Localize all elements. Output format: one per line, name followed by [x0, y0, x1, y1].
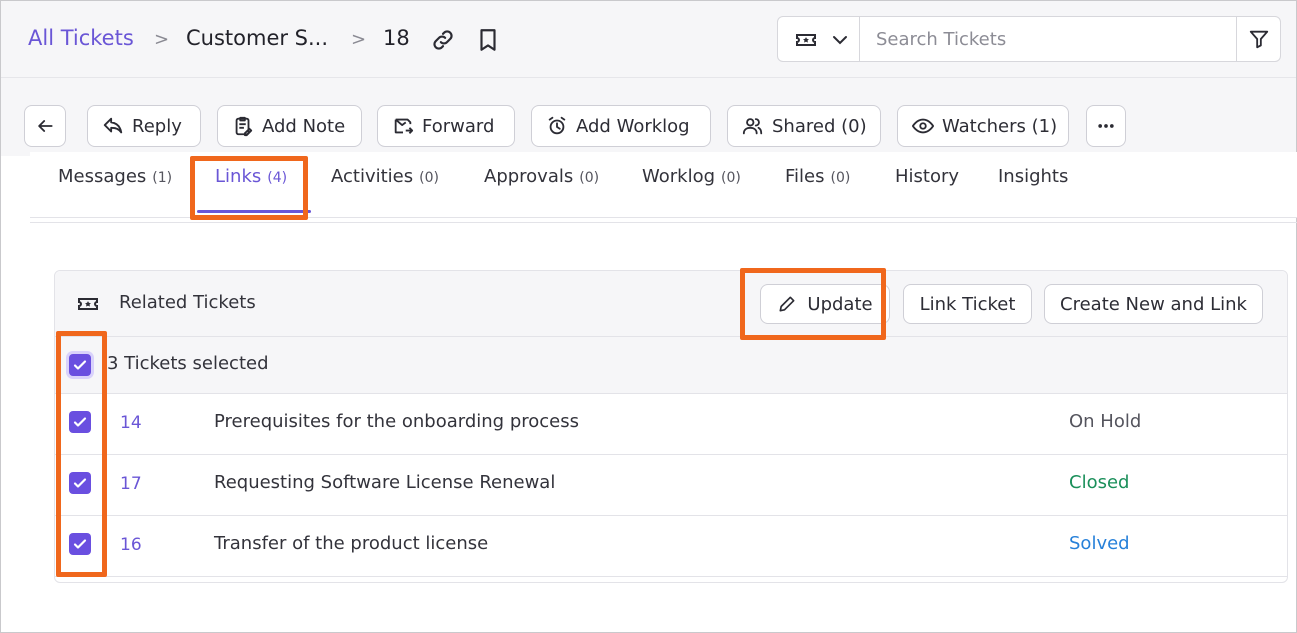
ticket-id-link[interactable]: 17	[120, 474, 142, 494]
reply-label: Reply	[132, 115, 182, 137]
note-icon	[235, 116, 253, 137]
more-dots-icon	[1098, 124, 1114, 128]
active-tab-indicator	[197, 210, 311, 213]
tab-label: Activities	[331, 166, 414, 187]
forward-label: Forward	[422, 115, 495, 137]
check-icon	[73, 478, 87, 488]
ticket-type-dropdown[interactable]	[778, 17, 860, 61]
tab-label: Links	[215, 166, 262, 187]
update-button[interactable]: Update	[760, 284, 890, 324]
tab-label: Worklog	[642, 166, 716, 187]
link-icon[interactable]	[430, 27, 456, 53]
bookmark-icon[interactable]	[475, 27, 501, 53]
tab-approvals[interactable]: Approvals (0)	[484, 166, 599, 187]
tab-history[interactable]: History	[895, 166, 959, 187]
forward-icon	[394, 118, 414, 134]
create-new-and-link-label: Create New and Link	[1060, 293, 1247, 315]
row-checkbox[interactable]	[69, 533, 91, 555]
shared-button[interactable]: Shared (0)	[727, 105, 881, 147]
shared-label: Shared (0)	[772, 115, 867, 137]
tab-count: (0)	[579, 170, 600, 186]
row-checkbox[interactable]	[69, 472, 91, 494]
watchers-button[interactable]: Watchers (1)	[897, 105, 1069, 147]
related-tickets-title: Related Tickets	[119, 292, 256, 313]
tab-label: History	[895, 166, 960, 187]
ticket-id-link[interactable]: 14	[120, 413, 142, 433]
ticket-subject[interactable]: Transfer of the product license	[214, 533, 488, 554]
breadcrumb-ticket-number: 18	[383, 26, 410, 50]
ticket-status: Closed	[1069, 472, 1130, 493]
tab-count: (0)	[830, 170, 851, 186]
link-ticket-button[interactable]: Link Ticket	[903, 284, 1032, 324]
divider	[30, 222, 1297, 223]
chevron-down-icon	[833, 36, 847, 45]
add-note-label: Add Note	[262, 115, 346, 137]
add-note-button[interactable]: Add Note	[217, 105, 362, 147]
selected-count-text: 3 Tickets selected	[107, 353, 269, 374]
users-icon	[742, 118, 763, 135]
create-new-and-link-button[interactable]: Create New and Link	[1044, 284, 1263, 324]
row-checkbox[interactable]	[69, 411, 91, 433]
tab-count: (1)	[152, 170, 173, 186]
ticket-id-link[interactable]: 16	[120, 535, 142, 555]
tab-count: (0)	[419, 170, 439, 186]
tab-files[interactable]: Files (0)	[785, 166, 850, 187]
filter-icon	[1249, 30, 1269, 49]
breadcrumb-separator: >	[154, 29, 170, 50]
back-button[interactable]	[24, 105, 66, 147]
add-worklog-label: Add Worklog	[576, 115, 690, 137]
ticket-icon	[76, 292, 100, 320]
search-input[interactable]	[876, 27, 1226, 51]
arrow-left-icon	[38, 120, 53, 132]
check-icon	[73, 539, 87, 549]
reply-icon	[103, 117, 123, 134]
update-label: Update	[807, 293, 873, 315]
tab-activities[interactable]: Activities (0)	[331, 166, 439, 187]
add-worklog-button[interactable]: Add Worklog	[531, 105, 711, 147]
check-icon	[73, 360, 87, 370]
ticket-status: Solved	[1069, 533, 1130, 554]
tab-label: Insights	[998, 166, 1069, 187]
more-options-button[interactable]	[1086, 105, 1126, 147]
eye-icon	[912, 118, 934, 134]
link-ticket-label: Link Ticket	[919, 293, 1016, 315]
select-all-checkbox[interactable]	[69, 354, 91, 376]
tab-worklog[interactable]: Worklog (0)	[642, 166, 741, 187]
ticket-subject[interactable]: Prerequisites for the onboarding process	[214, 411, 579, 432]
tab-messages[interactable]: Messages (1)	[58, 166, 172, 187]
ticket-icon	[796, 34, 816, 46]
filter-button[interactable]	[1236, 17, 1280, 61]
search-bar	[777, 16, 1281, 62]
alarm-clock-icon	[548, 116, 566, 135]
ticket-status: On Hold	[1069, 411, 1142, 432]
reply-button[interactable]: Reply	[87, 105, 201, 147]
tab-count: (0)	[721, 170, 741, 186]
breadcrumb-separator: >	[351, 29, 367, 50]
forward-button[interactable]: Forward	[377, 105, 515, 147]
watchers-label: Watchers (1)	[942, 115, 1058, 137]
tab-count: (4)	[267, 170, 288, 186]
ticket-subject[interactable]: Requesting Software License Renewal	[214, 472, 555, 493]
tab-label: Messages	[58, 166, 147, 187]
tab-links[interactable]: Links (4)	[215, 166, 287, 187]
check-icon	[73, 417, 87, 427]
pencil-icon	[779, 296, 795, 312]
tab-insights[interactable]: Insights	[998, 166, 1068, 187]
breadcrumb-category[interactable]: Customer S...	[186, 26, 328, 50]
tab-label: Approvals	[484, 166, 574, 187]
breadcrumb-all-tickets[interactable]: All Tickets	[28, 26, 134, 50]
tab-label: Files	[785, 166, 825, 187]
